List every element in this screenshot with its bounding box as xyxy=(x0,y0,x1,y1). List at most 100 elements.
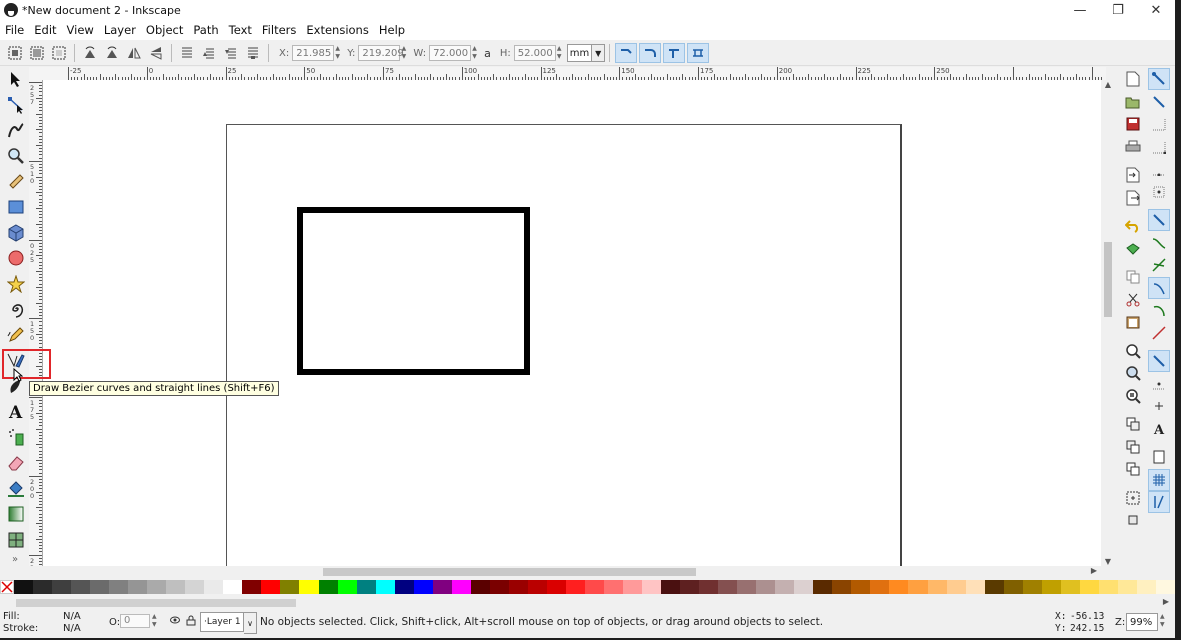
close-button[interactable]: ✕ xyxy=(1137,3,1175,18)
color-swatch[interactable] xyxy=(451,580,471,594)
palette-scrollbar[interactable]: ▶ xyxy=(16,597,1169,609)
lock-icon[interactable] xyxy=(186,615,196,629)
color-swatch[interactable] xyxy=(870,580,890,594)
menu-help[interactable]: Help xyxy=(374,23,410,37)
rotate-cw-button[interactable] xyxy=(102,43,122,63)
pencil-tool-icon[interactable] xyxy=(5,324,27,346)
menu-edit[interactable]: Edit xyxy=(29,23,61,37)
flip-vertical-button[interactable] xyxy=(146,43,166,63)
scroll-up-icon[interactable]: ▲ xyxy=(1101,80,1115,89)
lower-to-bottom-button[interactable] xyxy=(243,43,263,63)
color-swatch[interactable] xyxy=(984,580,1004,594)
color-swatch[interactable] xyxy=(185,580,205,594)
scroll-right-icon[interactable]: ▶ xyxy=(1163,597,1169,606)
snap-object-center-icon[interactable] xyxy=(1148,373,1170,395)
color-swatch[interactable] xyxy=(908,580,928,594)
unit-select[interactable]: mm xyxy=(566,44,593,62)
menu-text[interactable]: Text xyxy=(224,23,257,37)
color-swatch[interactable] xyxy=(565,580,585,594)
cut-icon[interactable] xyxy=(1122,289,1144,311)
color-swatch[interactable] xyxy=(775,580,795,594)
snap-path-icon[interactable] xyxy=(1148,232,1170,254)
unlink-clone-icon[interactable] xyxy=(1122,458,1144,480)
import-icon[interactable] xyxy=(1122,164,1144,186)
paste-icon[interactable] xyxy=(1122,311,1144,333)
color-swatch[interactable] xyxy=(603,580,623,594)
3d-box-tool-icon[interactable] xyxy=(5,222,27,244)
color-swatch[interactable] xyxy=(280,580,300,594)
eye-icon[interactable] xyxy=(170,615,180,628)
chevron-down-icon[interactable]: ▼ xyxy=(592,44,606,62)
color-swatch[interactable] xyxy=(642,580,662,594)
node-tool-icon[interactable] xyxy=(5,94,27,116)
minimize-button[interactable]: — xyxy=(1061,3,1099,18)
color-swatch[interactable] xyxy=(1098,580,1118,594)
color-swatch[interactable] xyxy=(109,580,129,594)
drawing-canvas[interactable] xyxy=(43,80,1101,566)
color-swatch[interactable] xyxy=(242,580,262,594)
save-icon[interactable] xyxy=(1122,113,1144,135)
snap-path-intersection-icon[interactable] xyxy=(1148,254,1170,276)
color-swatch[interactable] xyxy=(1022,580,1042,594)
color-swatch[interactable] xyxy=(508,580,528,594)
color-swatch[interactable] xyxy=(147,580,167,594)
select-all-button[interactable] xyxy=(5,43,25,63)
snap-nodes-icon[interactable] xyxy=(1148,209,1170,231)
ellipse-tool-icon[interactable] xyxy=(5,247,27,269)
snap-bbox-center-icon[interactable] xyxy=(1148,181,1170,203)
h-input[interactable]: 52.000 xyxy=(513,45,556,61)
flip-horizontal-button[interactable] xyxy=(124,43,144,63)
color-swatch[interactable] xyxy=(584,580,604,594)
color-swatch[interactable] xyxy=(832,580,852,594)
undo-icon[interactable] xyxy=(1122,215,1144,237)
horizontal-scrollbar[interactable]: ▶ xyxy=(43,566,1113,578)
move-gradients-toggle[interactable] xyxy=(663,43,686,63)
horizontal-scroll-thumb[interactable] xyxy=(323,568,696,576)
raise-button[interactable] xyxy=(199,43,219,63)
color-swatch[interactable] xyxy=(794,580,814,594)
color-swatch[interactable] xyxy=(90,580,110,594)
color-swatch[interactable] xyxy=(699,580,719,594)
scale-stroke-toggle[interactable] xyxy=(615,43,638,63)
clone-icon[interactable] xyxy=(1122,436,1144,458)
ungroup-icon[interactable] xyxy=(1122,509,1144,531)
menu-path[interactable]: Path xyxy=(188,23,223,37)
menu-extensions[interactable]: Extensions xyxy=(301,23,373,37)
spiral-tool-icon[interactable] xyxy=(5,298,27,320)
menu-filters[interactable]: Filters xyxy=(257,23,301,37)
color-swatch[interactable] xyxy=(204,580,224,594)
color-swatch[interactable] xyxy=(756,580,776,594)
open-document-icon[interactable] xyxy=(1122,91,1144,113)
zoom-stepper[interactable]: ▲ ▼ xyxy=(1160,613,1165,629)
color-swatch[interactable] xyxy=(299,580,319,594)
snap-page-border-icon[interactable] xyxy=(1148,446,1170,468)
rectangle-tool-icon[interactable] xyxy=(5,196,27,218)
rectangle-object[interactable] xyxy=(297,207,530,375)
color-swatch[interactable] xyxy=(546,580,566,594)
snap-line-midpoint-icon[interactable] xyxy=(1148,322,1170,344)
color-swatch[interactable] xyxy=(1079,580,1099,594)
current-layer-select[interactable]: ·Layer 1 xyxy=(200,612,244,632)
snap-bbox-corner-icon[interactable] xyxy=(1148,136,1170,158)
paint-bucket-tool-icon[interactable] xyxy=(5,478,27,500)
snap-enable-icon[interactable] xyxy=(1148,68,1170,90)
color-swatch[interactable] xyxy=(470,580,490,594)
color-swatch[interactable] xyxy=(1041,580,1061,594)
w-stepper[interactable]: ▲ ▼ xyxy=(471,45,478,61)
color-swatch[interactable] xyxy=(661,580,681,594)
scale-corners-toggle[interactable] xyxy=(639,43,662,63)
measure-tool-icon[interactable] xyxy=(5,170,27,192)
color-swatch[interactable] xyxy=(52,580,72,594)
scroll-right-icon[interactable]: ▶ xyxy=(1091,566,1097,575)
deselect-button[interactable] xyxy=(49,43,69,63)
color-swatch[interactable] xyxy=(813,580,833,594)
chevron-down-icon[interactable]: ∨ xyxy=(244,612,257,634)
mesh-tool-icon[interactable] xyxy=(5,529,27,551)
y-input[interactable]: 219.209 xyxy=(358,45,404,61)
vertical-scroll-thumb[interactable] xyxy=(1104,242,1112,317)
scroll-down-icon[interactable]: ▼ xyxy=(1101,557,1115,566)
copy-icon[interactable] xyxy=(1122,266,1144,288)
no-paint-swatch[interactable] xyxy=(0,580,14,594)
export-icon[interactable] xyxy=(1122,187,1144,209)
snap-others-icon[interactable] xyxy=(1148,350,1170,372)
